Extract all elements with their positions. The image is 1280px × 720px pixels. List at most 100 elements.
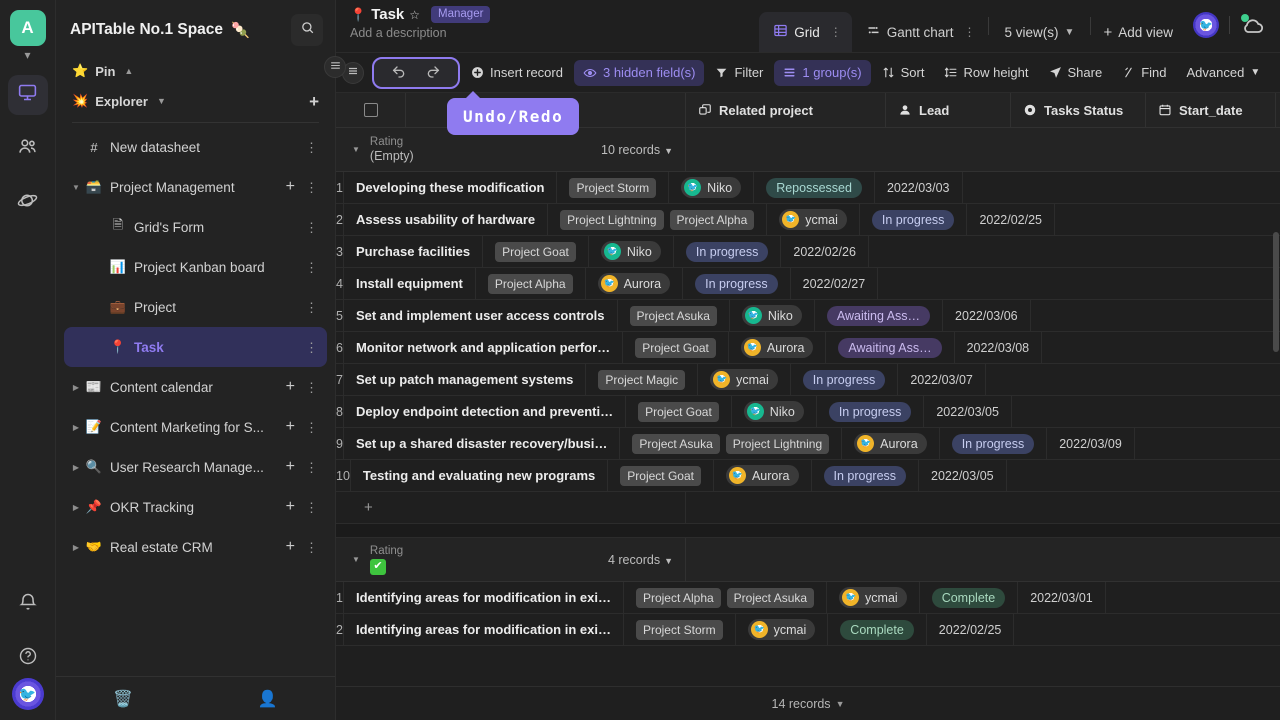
cell-lead[interactable]: 🐦 Aurora [842, 428, 940, 459]
cell-title[interactable]: Monitor network and application perfor… [344, 332, 623, 363]
group-header-left[interactable]: ▼ Rating ✔ 4 records ▼ [336, 538, 686, 581]
tab-grid[interactable]: Grid ⋮ [759, 12, 852, 52]
related-project-chip[interactable]: Project Alpha [636, 588, 721, 608]
table-row[interactable]: 6 Monitor network and application perfor…… [336, 332, 1280, 364]
cell-title[interactable]: Developing these modification [344, 172, 558, 203]
rail-item-notifications[interactable] [8, 584, 48, 624]
chevron-right-icon[interactable]: ▶ [68, 463, 84, 472]
cell-title[interactable]: Install equipment [344, 268, 476, 299]
related-project-chip[interactable]: Project Goat [495, 242, 576, 262]
sidebar-item-content-calendar[interactable]: ▶ 📰 Content calendar + ⋮ [64, 367, 327, 407]
related-project-chip[interactable]: Project Storm [636, 620, 723, 640]
add-record-button[interactable]: + [336, 492, 686, 523]
user-avatar[interactable]: 🐦 [12, 678, 44, 710]
cell-start-date[interactable]: 2022/02/25 [967, 204, 1055, 235]
view-count-dropdown[interactable]: 5 view(s) ▼ [991, 12, 1089, 52]
related-project-chip[interactable]: Project Asuka [727, 588, 814, 608]
cell-title[interactable]: Set up patch management systems [344, 364, 586, 395]
column-header-tasks-status[interactable]: Tasks Status [1011, 93, 1146, 127]
sidebar-item-project[interactable]: 💼 Project ⋮ [64, 287, 327, 327]
chevron-right-icon[interactable]: ▶ [68, 423, 84, 432]
related-project-chip[interactable]: Project Alpha [488, 274, 573, 294]
star-outline-icon[interactable]: ☆ [409, 8, 420, 22]
advanced-button[interactable]: Advanced ▼ [1178, 60, 1270, 86]
related-project-chip[interactable]: Project Asuka [632, 434, 719, 454]
column-header-lead[interactable]: Lead [886, 93, 1011, 127]
cloud-sync-button[interactable] [1240, 14, 1266, 36]
cell-lead[interactable]: 🐦 Niko [589, 236, 674, 267]
add-child-node-button[interactable]: + [281, 379, 300, 395]
filter-button[interactable]: Filter [706, 60, 772, 86]
cell-related-project[interactable]: Project Asuka Project Lightning [620, 428, 842, 459]
cell-lead[interactable]: 🐦 ycmai [767, 204, 860, 235]
tab-gantt-menu-icon[interactable]: ⋮ [964, 25, 976, 39]
related-project-chip[interactable]: Project Storm [569, 178, 656, 198]
chevron-down-icon[interactable]: ▼ [352, 555, 360, 564]
add-record-row[interactable]: + [336, 492, 1280, 524]
cell-start-date[interactable]: 2022/03/07 [898, 364, 986, 395]
related-project-chip[interactable]: Project Alpha [670, 210, 755, 230]
cell-tasks-status[interactable]: Complete [828, 614, 927, 645]
cell-title[interactable]: Testing and evaluating new programs [351, 460, 608, 491]
add-child-node-button[interactable]: + [281, 419, 300, 435]
chevron-down-icon[interactable]: ▼ [68, 183, 84, 192]
cell-related-project[interactable]: Project Goat [626, 396, 732, 427]
trash-icon[interactable]: 🗑️ [113, 689, 133, 709]
cell-title[interactable]: Deploy endpoint detection and preventi… [344, 396, 626, 427]
related-project-chip[interactable]: Project Asuka [630, 306, 717, 326]
row-height-button[interactable]: Row height [935, 60, 1037, 86]
cell-tasks-status[interactable]: In progress [791, 364, 899, 395]
share-button[interactable]: Share [1040, 60, 1112, 86]
cell-lead[interactable]: 🐦 Aurora [714, 460, 812, 491]
cell-start-date[interactable]: 2022/03/09 [1047, 428, 1135, 459]
cell-start-date[interactable]: 2022/03/05 [919, 460, 1007, 491]
sidebar-item-real-estate-crm[interactable]: ▶ 🤝 Real estate CRM + ⋮ [64, 527, 327, 567]
sidebar-item-grid-s-form[interactable]: 🗎 Grid's Form ⋮ [64, 207, 327, 247]
node-more-menu-icon[interactable]: ⋮ [300, 421, 323, 434]
sidebar-item-project-management[interactable]: ▼ 🗃️ Project Management + ⋮ [64, 167, 327, 207]
cell-start-date[interactable]: 2022/03/08 [955, 332, 1043, 363]
cell-title[interactable]: Identifying areas for modification in ex… [344, 614, 624, 645]
cell-related-project[interactable]: Project Goat [623, 332, 729, 363]
sidebar-item-user-research-manage[interactable]: ▶ 🔍 User Research Manage... + ⋮ [64, 447, 327, 487]
sidebar-item-task[interactable]: 📍 Task ⋮ [64, 327, 327, 367]
cell-related-project[interactable]: Project Goat [608, 460, 714, 491]
chevron-right-icon[interactable]: ▶ [68, 383, 84, 392]
table-row[interactable]: 9 Set up a shared disaster recovery/busi…… [336, 428, 1280, 460]
redo-button[interactable] [418, 62, 448, 84]
cell-lead[interactable]: 🐦 Niko [669, 172, 754, 203]
cell-title[interactable]: Identifying areas for modification in ex… [344, 582, 624, 613]
cell-lead[interactable]: 🐦 Niko [730, 300, 815, 331]
cell-title[interactable]: Set and implement user access controls [344, 300, 618, 331]
sidebar-item-okr-tracking[interactable]: ▶ 📌 OKR Tracking + ⋮ [64, 487, 327, 527]
table-row[interactable]: 3 Purchase facilities Project Goat 🐦 Niko In … [336, 236, 1280, 268]
related-project-chip[interactable]: Project Magic [598, 370, 685, 390]
cell-start-date[interactable]: 2022/02/25 [927, 614, 1015, 645]
rail-item-help[interactable] [8, 638, 48, 678]
group-button[interactable]: 1 group(s) [774, 60, 870, 86]
select-all-cell[interactable] [336, 93, 406, 127]
chevron-down-icon[interactable]: ▼ [352, 145, 360, 154]
cell-related-project[interactable]: Project Storm [557, 172, 669, 203]
cell-tasks-status[interactable]: In progress [674, 236, 782, 267]
cell-lead[interactable]: 🐦 Niko [732, 396, 817, 427]
group-record-count[interactable]: 10 records ▼ [601, 143, 673, 157]
chevron-right-icon[interactable]: ▶ [68, 543, 84, 552]
table-row[interactable]: 2 Identifying areas for modification in e… [336, 614, 1280, 646]
add-child-node-button[interactable]: + [281, 179, 300, 195]
table-row[interactable]: 7 Set up patch management systems Project … [336, 364, 1280, 396]
related-project-chip[interactable]: Project Lightning [560, 210, 663, 230]
cell-start-date[interactable]: 2022/03/06 [943, 300, 1031, 331]
pin-section-header[interactable]: ⭐ Pin ▲ [56, 56, 335, 86]
cell-tasks-status[interactable]: In progress [940, 428, 1048, 459]
explorer-section-header[interactable]: 💥 Explorer ▼ + [56, 86, 335, 116]
tab-gantt-chart[interactable]: Gantt chart ⋮ [852, 12, 986, 52]
node-more-menu-icon[interactable]: ⋮ [300, 381, 323, 394]
hidden-fields-button[interactable]: 3 hidden field(s) [574, 60, 705, 86]
add-child-node-button[interactable]: + [281, 499, 300, 515]
sort-button[interactable]: Sort [873, 60, 934, 86]
table-row[interactable]: 5 Set and implement user access controls P… [336, 300, 1280, 332]
cell-related-project[interactable]: Project Asuka [618, 300, 730, 331]
add-child-node-button[interactable]: + [281, 459, 300, 475]
cell-title[interactable]: Purchase facilities [344, 236, 483, 267]
